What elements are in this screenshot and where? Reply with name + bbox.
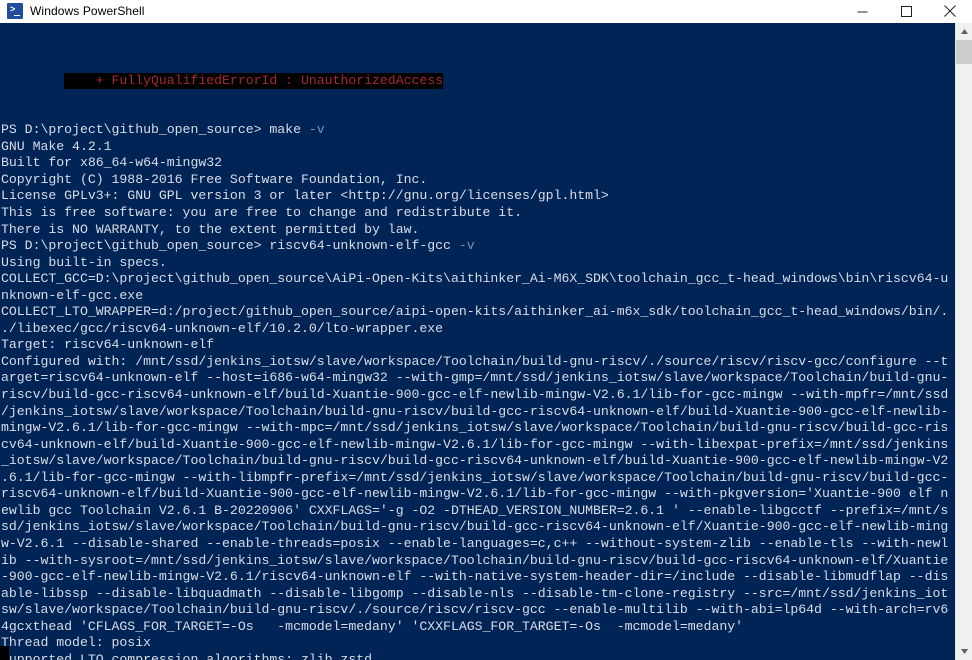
console-line: 4gcxthead 'CFLAGS_FOR_TARGET=-Os -mcmode…	[1, 618, 744, 634]
console-line: Configured with: /mnt/ssd/jenkins_iotsw/…	[1, 353, 949, 369]
console-line: ib --with-sysroot=/mnt/ssd/jenkins_iotsw…	[1, 552, 949, 568]
console-line: Target: riscv64-unknown-elf	[1, 337, 215, 353]
console-line: Thread model: posix	[1, 635, 151, 651]
scrollbar-thumb[interactable]	[956, 40, 972, 64]
console-output[interactable]: + FullyQualifiedErrorId : UnauthorizedAc…	[0, 23, 955, 660]
console-line: riscv/build-gcc-riscv64-unknown-elf/buil…	[1, 387, 949, 403]
console-error-line: + FullyQualifiedErrorId : UnauthorizedAc…	[64, 72, 444, 90]
console-line: arget=riscv64-unknown-elf --host=i686-w6…	[1, 370, 949, 386]
console-line: GNU Make 4.2.1	[1, 138, 112, 154]
console-cursor-block	[0, 646, 9, 660]
scroll-up-arrow-icon[interactable]	[956, 23, 972, 40]
console-line: sd/jenkins_iotsw/slave/workspace/Toolcha…	[1, 519, 949, 535]
close-button[interactable]	[928, 0, 972, 22]
console-line: COLLECT_GCC=D:\project\github_open_sourc…	[1, 271, 949, 287]
console-line: riscv64-unknown-elf/build-Xuantie-900-gc…	[1, 486, 949, 502]
console-line: w-V2.6.1 --disable-shared --enable-threa…	[1, 535, 949, 551]
powershell-icon: >	[7, 3, 23, 19]
scrollbar-track[interactable]	[956, 64, 972, 643]
maximize-button[interactable]	[884, 0, 928, 22]
console-line: cv64-unknown-elf/build-Xuantie-900-gcc-e…	[1, 436, 949, 452]
console-line: Built for x86_64-w64-mingw32	[1, 155, 223, 171]
powershell-window: > Windows PowerShell + FullyQualifiedErr…	[0, 0, 972, 660]
console-area: + FullyQualifiedErrorId : UnauthorizedAc…	[0, 23, 972, 660]
title-bar-left: > Windows PowerShell	[0, 3, 145, 19]
console-line: .6.1/lib-for-gcc-mingw --with-libmpfr-pr…	[1, 469, 949, 485]
console-line: able-libssp --disable-libquadmath --disa…	[1, 585, 949, 601]
console-line: ewlib gcc Toolchain V2.6.1 B-20220906' C…	[1, 502, 949, 518]
console-line: -900-gcc-elf-newlib-mingw-V2.6.1/riscv64…	[1, 569, 949, 585]
window-controls	[840, 0, 972, 22]
console-error-line-row: + FullyQualifiedErrorId : UnauthorizedAc…	[1, 56, 955, 90]
console-line: PS D:\project\github_open_source> riscv6…	[1, 238, 475, 254]
console-line: _iotsw/slave/workspace/Toolchain/build-g…	[1, 453, 949, 469]
title-bar[interactable]: > Windows PowerShell	[0, 0, 972, 23]
console-scrollbar[interactable]	[955, 23, 972, 660]
minimize-button[interactable]	[840, 0, 884, 22]
console-flag-token: -v	[300, 122, 325, 138]
console-line: nknown-elf-gcc.exe	[1, 287, 144, 303]
console-line: License GPLv3+: GNU GPL version 3 or lat…	[1, 188, 609, 204]
console-line: PS D:\project\github_open_source> make -…	[1, 122, 325, 138]
console-line: sw/slave/workspace/Toolchain/build-gnu-r…	[1, 602, 949, 618]
console-line: There is NO WARRANTY, to the extent perm…	[1, 221, 420, 237]
console-line: This is free software: you are free to c…	[1, 205, 522, 221]
console-line: Supported LTO compression algorithms: zl…	[1, 651, 373, 660]
console-line: Using built-in specs.	[1, 254, 167, 270]
console-line: ./libexec/gcc/riscv64-unknown-elf/10.2.0…	[1, 320, 444, 336]
window-title: Windows PowerShell	[30, 4, 145, 18]
scroll-down-arrow-icon[interactable]	[956, 643, 972, 660]
console-line: mingw-V2.6.1/lib-for-gcc-mingw --with-mp…	[1, 420, 949, 436]
console-line: COLLECT_LTO_WRAPPER=d:/project/github_op…	[1, 304, 949, 320]
console-flag-token: -v	[450, 238, 475, 254]
console-line: /jenkins_iotsw/slave/workspace/Toolchain…	[1, 403, 949, 419]
console-line: Copyright (C) 1988-2016 Free Software Fo…	[1, 171, 428, 187]
